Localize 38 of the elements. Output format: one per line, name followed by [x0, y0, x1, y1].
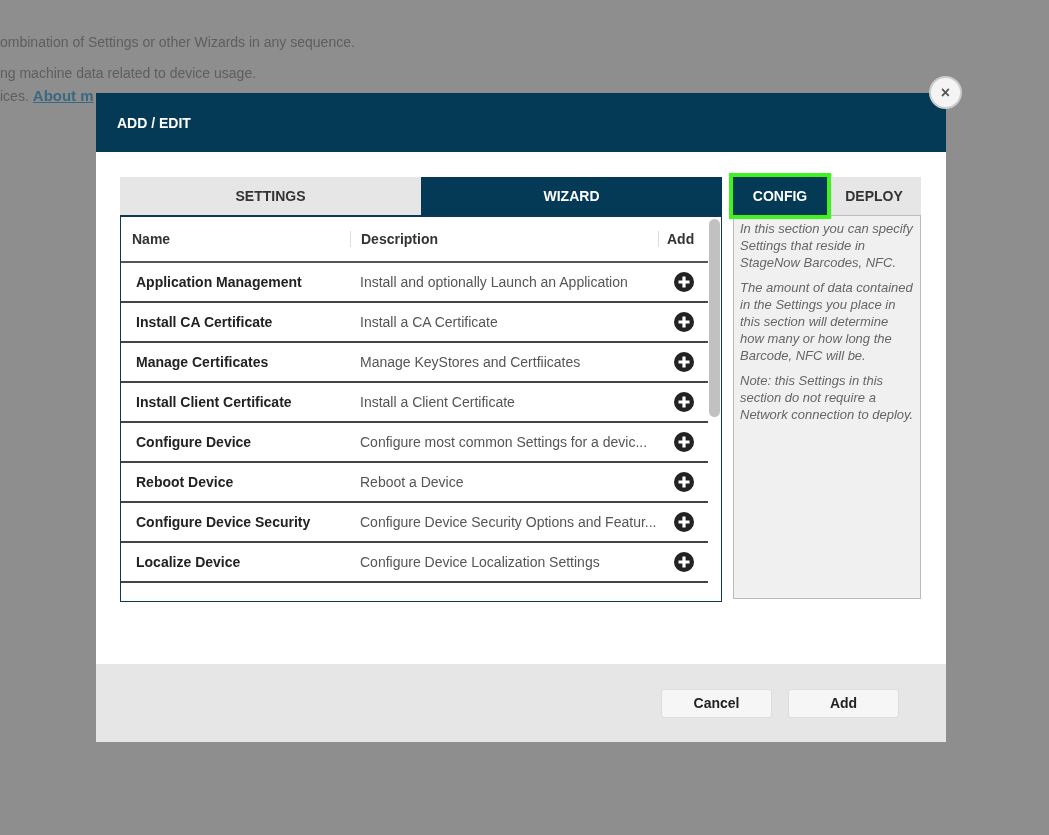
add-icon[interactable] — [673, 352, 694, 372]
add-button[interactable]: Add — [788, 688, 899, 718]
add-icon[interactable] — [673, 392, 694, 412]
table-cell-text: Configure Device Security — [135, 514, 312, 530]
table-cell-text: Manage Certificates — [135, 354, 270, 370]
table-cell-text: Configure Device — [135, 434, 253, 450]
table-cell-text: Install and optionally Launch an Application — [359, 274, 629, 290]
table-cell-text: Configure Device Localization Settings — [359, 554, 601, 570]
table-cell-text: Application Management — [135, 274, 303, 290]
column-header: Add — [658, 231, 708, 247]
tab[interactable]: SETTINGS — [120, 177, 421, 215]
add-icon[interactable] — [673, 552, 694, 572]
table-cell-text: Configure Device Security Options and Featur... — [359, 514, 657, 530]
column-header: Name — [131, 231, 172, 247]
add-icon[interactable] — [673, 512, 694, 532]
scrollbar-thumb[interactable] — [709, 219, 720, 417]
column-header: Description — [350, 231, 658, 247]
table-cell-text: Reboot a Device — [359, 474, 465, 490]
add-icon[interactable] — [673, 432, 694, 452]
cancel-button[interactable]: Cancel — [661, 688, 772, 718]
add-icon[interactable] — [673, 272, 694, 292]
table-cell-text: Manage KeyStores and Certfiicates — [359, 354, 582, 370]
info-text: Note: this Settings in this section do not require a Network connection to deploy. — [740, 372, 914, 423]
table-cell-text: Install Client Certificate — [135, 394, 293, 410]
table-cell-text: Install a CA Certificate — [359, 314, 499, 330]
table-cell-text: Install CA Certificate — [135, 314, 274, 330]
tab[interactable]: WIZARD — [421, 177, 722, 215]
dialog-title: ADD / EDIT — [117, 114, 191, 131]
add-icon[interactable] — [673, 312, 694, 332]
table-cell-text: Install a Client Certificate — [359, 394, 516, 410]
info-text: In this section you can specify Settings that reside in StageNow Barcodes, NFC. — [740, 220, 914, 271]
tab[interactable]: CONFIG — [733, 177, 827, 215]
info-text: The amount of data contained in the Settings you place in this section will determine how many or how long the Barcode, NFC will be. — [740, 279, 914, 364]
table-cell-text: Configure most common Settings for a devic... — [359, 434, 649, 450]
table-cell-text: Localize Device — [135, 554, 242, 570]
add-icon[interactable] — [673, 472, 694, 492]
table-cell-text: Reboot Device — [135, 474, 235, 490]
close-button[interactable]: × — [929, 76, 962, 109]
